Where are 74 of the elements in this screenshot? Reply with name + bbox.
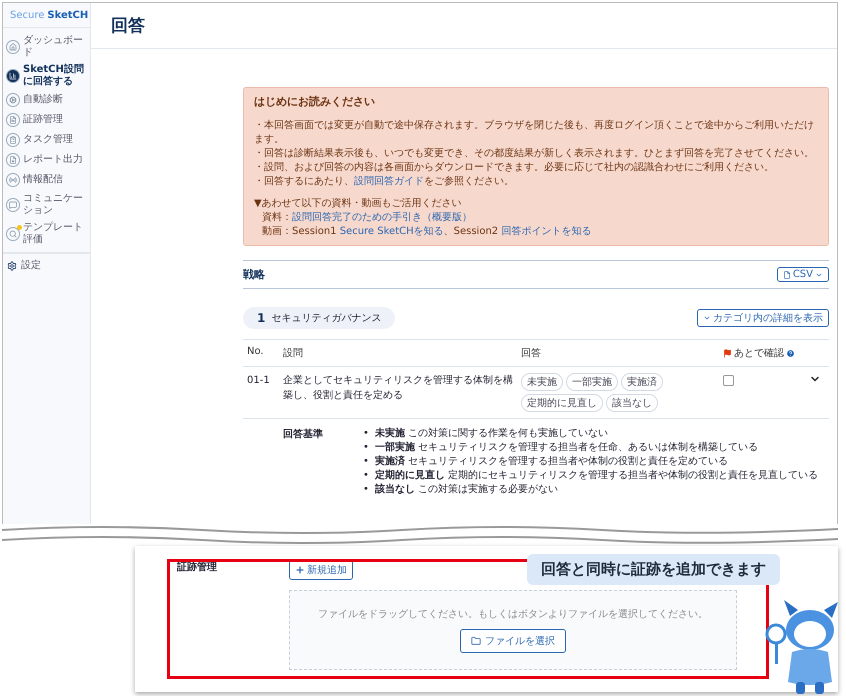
sidebar-item[interactable]: 証跡管理 [3,110,90,130]
add-new-button[interactable]: 新規追加 [289,560,353,580]
flag-icon [723,348,732,358]
gear-icon [6,93,20,107]
help-icon[interactable] [786,348,795,358]
criteria-item: 一部実施 セキュリティリスクを管理する担当者を任命、あるいは体制を構築している [374,441,758,455]
category-number: 1 [257,311,266,325]
section-title: 戦略 [243,267,265,282]
chat-icon [6,198,20,212]
notice-line: ・本回答画面では変更が自動で途中保存されます。ブラウザを閉じた後も、再度ログイン頂くことで途中からご利用いただけます。 [254,119,815,147]
csv-button[interactable]: CSV [776,267,829,282]
chevron-icon [703,314,711,322]
evidence-label: 証跡管理 [177,561,218,575]
link[interactable]: 回答ポイントを知る [501,226,592,237]
question-number: 01-1 [247,374,271,388]
document-icon [6,113,20,127]
resource-line: 資料：設問回答完了のための手引き（概要版） [261,211,473,225]
show-details-button[interactable]: カテゴリ内の詳細を表示 [697,309,829,327]
answer-option[interactable]: 実施済 [621,373,663,391]
sidebar-item[interactable]: テンプレート評価 [3,219,90,248]
criteria-item: 実施済 セキュリティリスクを管理する担当者や体制の役割と責任を定めている [374,455,728,469]
notice-line: ・回答するにあたり、設問回答ガイド をご参照ください。 [254,175,515,189]
bullet: • [363,483,369,497]
answer-option[interactable]: 該当なし [606,394,658,412]
category-name: セキュリティガバナンス [271,312,382,325]
sidebar-item[interactable]: SketCH設問に回答する [3,61,90,90]
broadcast-icon [6,173,20,187]
criteria-item: 未実施 この対策に関する作業を何も実施していない [374,427,608,441]
criteria-label: 回答基準 [283,428,324,442]
plus-icon [295,565,305,575]
bullet: • [363,441,369,455]
criteria-item: 該当なし この対策は実施する必要がない [374,483,558,497]
page-title: 回答 [111,15,145,37]
notice-line: ・設問、および回答の内容は各画面からダウンロードできます。必要に応じて社内の認識合わせにご利用ください。 [254,161,775,175]
resource-line: 動画：Session1 Secure SketCHを知る、Session2 回答ポイントを知る [261,225,592,239]
drop-hint: ファイルをドラッグしてください。もしくはボタンよりファイルを選択してください。 [318,608,708,621]
document-icon [782,270,791,278]
clipboard-icon [6,133,20,147]
column-header: あとで確認 [734,346,784,360]
column-header: 回答 [520,347,542,360]
sidebar-item[interactable]: タスク管理 [3,130,90,150]
callout-text: 回答と同時に証跡を追加できます [527,554,780,585]
notice-title: はじめにお読みください [254,94,376,109]
settings-link[interactable]: 設定 [3,252,90,278]
select-file-button[interactable]: ファイルを選択 [460,629,566,653]
notice-line: ・回答は診断結果表示後も、いつでも変更でき、その都度結果が新しく表示されます。ひとまず回答を完了させてください。 [254,147,815,161]
notice-subtitle: ▼あわせて以下の資料・動画もご活用ください [254,197,463,211]
file-drop-zone[interactable]: ファイルをドラッグしてください。もしくはボタンよりファイルを選択してください。 ファイルを選択 [289,590,737,670]
answer-option[interactable]: 一部実施 [566,373,618,391]
check-later-checkbox[interactable] [723,375,734,386]
bullet: • [363,427,369,441]
settings-icon [7,260,17,271]
criteria-item: 定期的に見直し 定期的にセキュリティリスクを管理する担当者や体制の役割と責任を見直している [374,469,818,483]
link[interactable]: Secure SketCHを知る [340,226,444,237]
sidebar-item[interactable]: 自動診断 [3,90,90,110]
answer-option[interactable]: 定期的に見直し [521,394,603,412]
question-text: 企業としてセキュリティリスクを管理する体制を構築し、役割と責任を定める [283,374,513,403]
answer-option[interactable]: 未実施 [521,373,563,391]
column-header: 設問 [283,346,304,360]
logo-text: Secure [10,10,44,20]
sidebar-item[interactable]: レポート出力 [3,150,90,170]
column-header: No. [247,346,265,357]
sidebar-item[interactable]: 情報配信 [3,170,90,190]
download-document-icon [6,153,20,167]
bullet: • [363,455,369,469]
house-icon [6,40,20,54]
sidebar-item[interactable]: コミュニケーション [3,190,90,219]
logo-text: SketCH [47,10,88,20]
sidebar-item[interactable]: ダッシュボード [3,32,90,61]
link[interactable]: 設問回答ガイド [354,176,424,187]
folder-icon [471,636,481,646]
bar-chart-icon [6,68,20,82]
bullet: • [363,469,369,483]
link[interactable]: 設問回答完了のための手引き（概要版） [292,212,472,223]
